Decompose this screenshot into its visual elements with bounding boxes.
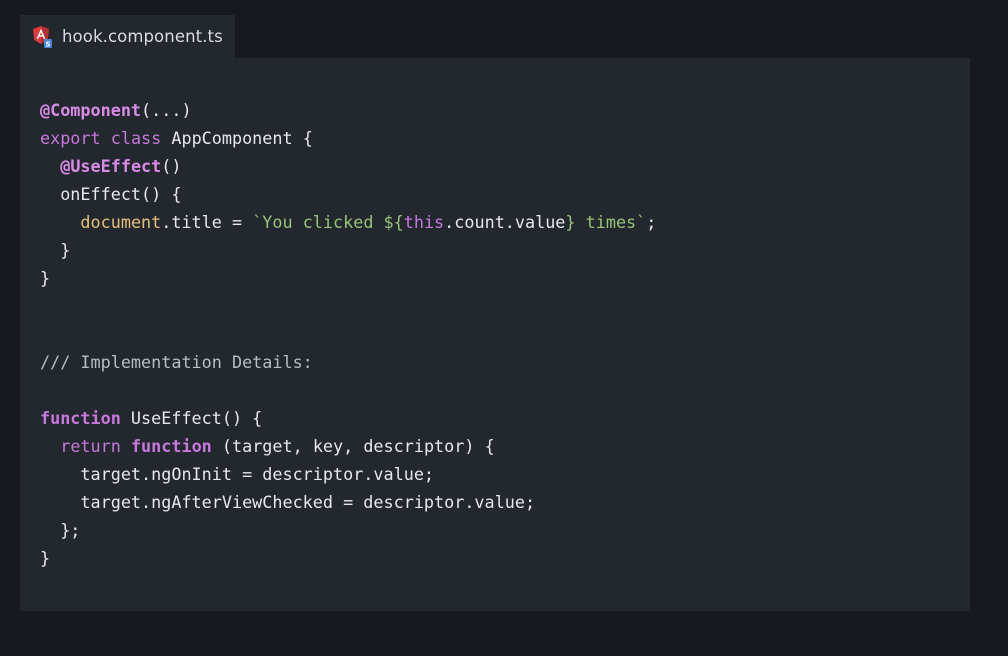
angular-icon: S [32,25,52,49]
code-token: UseEffect() { [120,408,263,428]
code-token: document [80,212,162,232]
code-token: } times` [565,212,647,232]
code-line: @UseEffect() [40,152,656,180]
code-token: (...) [141,100,192,120]
code-token: } [40,268,51,288]
code-token: /// Implementation Details: [40,352,313,372]
code-token: (target, key, descriptor) { [211,436,495,456]
code-token: } [40,548,51,568]
code-token: `You clicked ${ [252,212,404,232]
code-token: @UseEffect [60,156,162,176]
code-token: } [40,240,71,260]
code-line: function UseEffect() { [40,404,656,432]
code-line: return function (target, key, descriptor… [40,432,656,460]
code-line: } [40,236,656,264]
code-token: function [40,408,121,428]
code-token: AppComponent { [171,128,313,148]
code-token: ; [646,212,657,232]
code-token: export [40,128,111,148]
code-token: target.ngOnInit = descriptor.value; [40,464,435,484]
code-token: class [110,128,172,148]
code-line: }; [40,516,656,544]
code-line: } [40,544,656,572]
svg-text:S: S [45,40,50,48]
code-token: onEffect() { [40,184,182,204]
code-editor[interactable]: @Component(...) export class AppComponent… [20,58,970,611]
code-line: } [40,264,656,292]
code-block[interactable]: @Component(...) export class AppComponent… [40,96,656,572]
file-tab[interactable]: S hook.component.ts [20,15,235,58]
code-line: export class AppComponent { [40,124,656,152]
code-token: () [161,156,182,176]
code-line: @Component(...) [40,96,656,124]
code-token: .count.value [444,212,566,232]
code-token: target.ngAfterViewChecked = descriptor.v… [40,492,536,512]
file-tab-title: hook.component.ts [62,27,223,46]
code-token: }; [40,520,81,540]
code-token: function [130,436,212,456]
code-line: document.title = `You clicked ${this.cou… [40,208,656,236]
code-line: target.ngOnInit = descriptor.value; [40,460,656,488]
code-token: return [60,436,131,456]
code-line: /// Implementation Details: [40,348,656,376]
code-token: this [403,212,445,232]
code-line: onEffect() { [40,180,656,208]
code-token: .title = [161,212,253,232]
code-token: @Component [40,100,142,120]
code-line: target.ngAfterViewChecked = descriptor.v… [40,488,656,516]
